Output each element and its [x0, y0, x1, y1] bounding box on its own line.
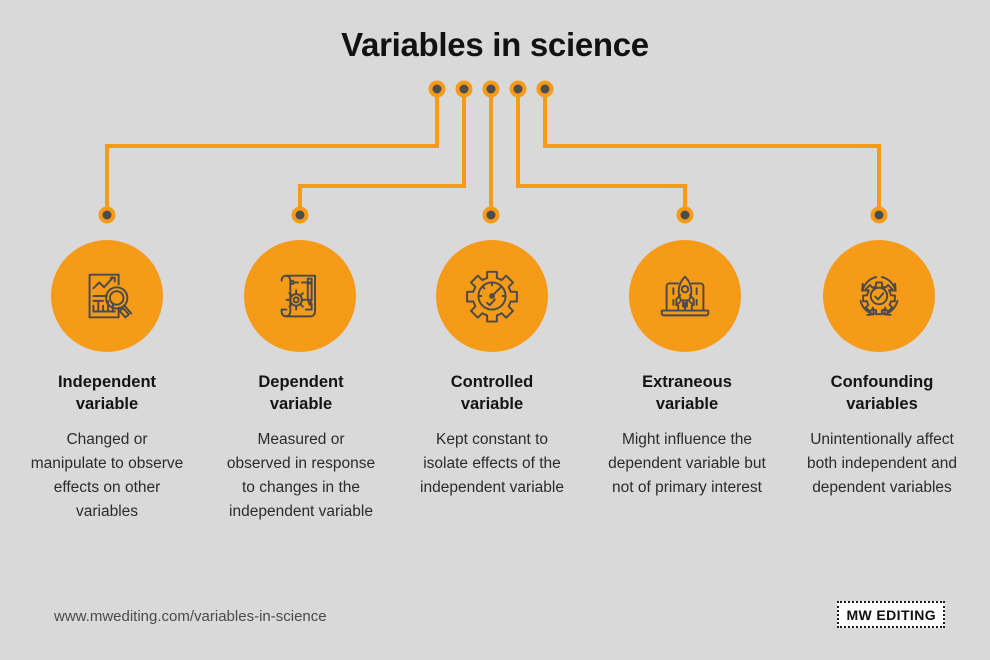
- heading-line-2: variable: [75, 394, 139, 413]
- heading-line-1: Extraneous: [642, 373, 732, 391]
- icon-circle-controlled: [436, 240, 548, 352]
- column-independent: Independent variable Changed or manipula…: [27, 372, 187, 524]
- connector-endpoint-dots: [98, 206, 888, 224]
- column-description-confounding: Unintentionally affect both independent …: [807, 430, 957, 496]
- icon-circle-dependent: [244, 240, 356, 352]
- heading-line-1: Controlled: [450, 373, 534, 391]
- column-heading-extraneous: Extraneous variable: [603, 372, 771, 416]
- column-heading-dependent: Dependent variable: [226, 372, 376, 416]
- connector-diagram: [98, 80, 888, 224]
- heading-line-1: Independent: [57, 373, 157, 391]
- blueprint-gear-pencil-icon: [280, 274, 316, 318]
- column-controlled: Controlled variable Kept constant to iso…: [412, 372, 572, 500]
- icon-circle-confounding: [823, 240, 935, 352]
- icon-circle-independent: [51, 240, 163, 352]
- document-chart-magnifier-icon: [88, 273, 133, 319]
- heading-line-2: variable: [460, 394, 524, 413]
- connector-path-5: [543, 87, 881, 217]
- column-dependent: Dependent variable Measured or observed …: [226, 372, 376, 524]
- heading-line-2: variable: [655, 394, 719, 413]
- gear-gauge-icon: [466, 270, 518, 323]
- column-description-independent: Changed or manipulate to observe effects…: [30, 430, 184, 520]
- connector-path-2: [298, 87, 466, 217]
- source-url: www.mwediting.com/variables-in-science: [54, 608, 327, 625]
- column-description-dependent: Measured or observed in response to chan…: [226, 430, 376, 520]
- heading-line-2: variable: [269, 394, 333, 413]
- connector-hub-dots: [428, 80, 554, 98]
- heading-line-1: Dependent: [258, 373, 344, 391]
- column-description-extraneous: Might influence the dependent variable b…: [608, 430, 766, 496]
- brand-logo: MW EDITING: [837, 601, 945, 628]
- column-description-controlled: Kept constant to isolate effects of the …: [420, 430, 564, 496]
- heading-line-1: Confounding: [830, 373, 934, 391]
- gear-check-cycle-icon: [859, 276, 899, 316]
- brand-logo-text: MW EDITING: [846, 607, 936, 623]
- infographic-canvas: Variables in science Independent variabl…: [0, 0, 990, 660]
- column-heading-controlled: Controlled variable: [412, 372, 572, 416]
- column-heading-independent: Independent variable: [27, 372, 187, 416]
- column-heading-confounding: Confounding variables: [796, 372, 968, 416]
- column-confounding: Confounding variables Unintentionally af…: [796, 372, 968, 500]
- icon-circle-extraneous: [629, 240, 741, 352]
- heading-line-2: variables: [846, 394, 918, 413]
- connector-path-1: [105, 87, 439, 217]
- rocket-laptop-icon: [660, 275, 710, 317]
- column-extraneous: Extraneous variable Might influence the …: [603, 372, 771, 500]
